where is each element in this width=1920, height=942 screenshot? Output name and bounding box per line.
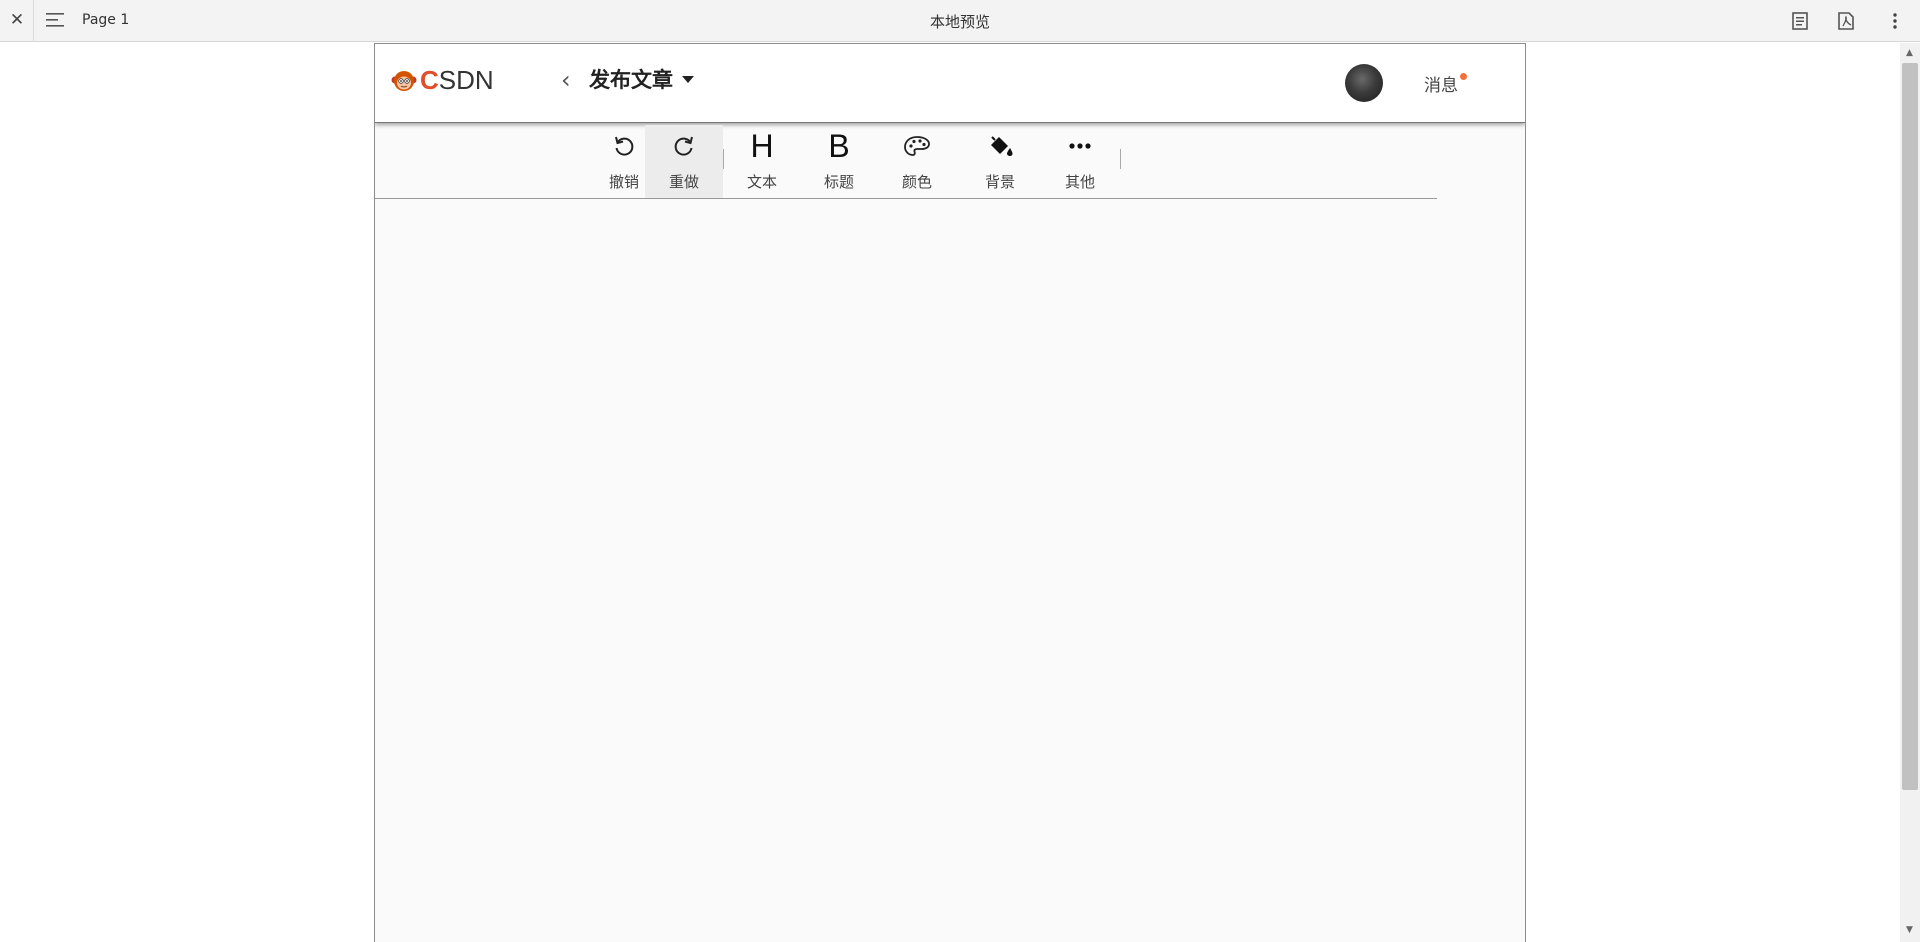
- text-button[interactable]: H 文本: [723, 125, 801, 198]
- scroll-up-arrow-icon[interactable]: ▲: [1906, 48, 1913, 58]
- palette-icon: [904, 136, 930, 156]
- viewer-title: 本地预览: [929, 13, 990, 31]
- bold-b-icon: B: [828, 127, 850, 164]
- text-label: 文本: [746, 173, 777, 191]
- preview-page: CSDN ‹ 发布文章 消息 撤销 重做 H 文本 B 标题 颜色 背景 其他: [374, 43, 1526, 942]
- editor-canvas[interactable]: [375, 200, 1525, 942]
- more-dots-icon: [1069, 143, 1091, 149]
- document-view-icon[interactable]: [1789, 10, 1811, 32]
- hamburger-menu-icon[interactable]: [46, 11, 66, 29]
- heading-label: 标题: [823, 173, 854, 191]
- redo-button[interactable]: 重做: [645, 125, 723, 198]
- scroll-down-arrow-icon[interactable]: ▼: [1906, 925, 1913, 935]
- color-button[interactable]: 颜色: [878, 125, 956, 198]
- monkey-logo-icon: [391, 70, 417, 91]
- logo-text: CSDN: [420, 65, 494, 95]
- toolbar-divider: [1120, 149, 1121, 169]
- undo-icon: [615, 136, 634, 156]
- scrollbar-thumb[interactable]: [1902, 63, 1918, 790]
- background-button[interactable]: 背景: [961, 125, 1039, 198]
- color-label: 颜色: [901, 173, 932, 191]
- caret-down-icon: [682, 75, 694, 83]
- more-button[interactable]: 其他: [1041, 125, 1119, 198]
- heading-button[interactable]: B 标题: [800, 125, 878, 198]
- messages-link[interactable]: 消息: [1424, 71, 1458, 96]
- more-vertical-icon[interactable]: [1884, 10, 1906, 32]
- viewer-top-bar: ✕ Page 1 本地预览: [0, 0, 1920, 42]
- close-icon[interactable]: ✕: [6, 9, 28, 31]
- paint-bucket-icon: [991, 136, 1013, 156]
- avatar[interactable]: [1345, 64, 1383, 102]
- back-arrow-icon[interactable]: ‹: [561, 66, 571, 94]
- page-indicator: Page 1: [82, 12, 130, 28]
- more-label: 其他: [1064, 173, 1095, 191]
- background-label: 背景: [984, 173, 1015, 191]
- divider: [33, 0, 34, 42]
- redo-label: 重做: [668, 173, 699, 191]
- notification-dot: [1460, 73, 1467, 80]
- page-title: 发布文章: [589, 68, 673, 92]
- title-dropdown[interactable]: 发布文章: [589, 64, 694, 94]
- csdn-logo[interactable]: CSDN: [391, 65, 494, 96]
- site-header: CSDN ‹ 发布文章 消息: [375, 44, 1525, 123]
- heading-h-icon: H: [750, 127, 774, 164]
- redo-icon: [674, 136, 693, 156]
- pdf-export-icon[interactable]: [1835, 10, 1857, 32]
- editor-toolbar: 撤销 重做 H 文本 B 标题 颜色 背景 其他: [375, 125, 1437, 199]
